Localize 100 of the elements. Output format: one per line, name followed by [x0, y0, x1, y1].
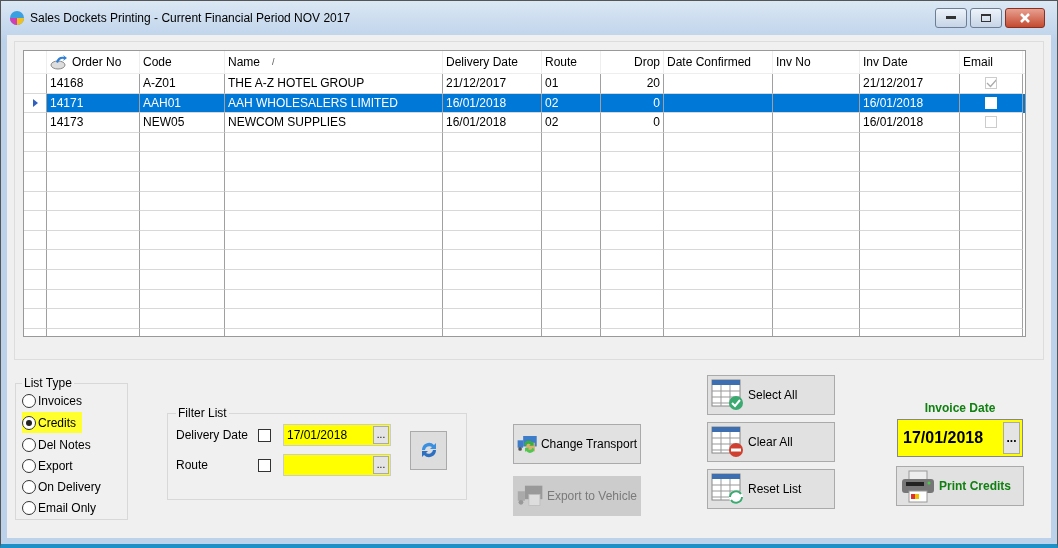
- table-row[interactable]: 14173 NEW05 NEWCOM SUPPLIES 16/01/2018 02 0 16/01/2018: [24, 113, 1025, 133]
- column-header[interactable]: Inv No: [773, 51, 860, 73]
- table-cell: [601, 211, 664, 231]
- table-cell: [601, 152, 664, 172]
- column-header[interactable]: Order No: [47, 51, 140, 73]
- radio-option[interactable]: Email Only: [22, 497, 96, 518]
- filter-checkbox[interactable]: [258, 428, 271, 442]
- table-icon: [711, 379, 745, 411]
- browse-button[interactable]: ...: [373, 456, 389, 474]
- minimize-icon: [946, 16, 956, 20]
- email-checkbox[interactable]: [985, 77, 997, 90]
- table-cell: [542, 171, 601, 192]
- print-credits-button[interactable]: Print Credits: [896, 466, 1024, 506]
- radio-option[interactable]: Del Notes: [22, 434, 91, 455]
- row-pointer-icon: [32, 98, 38, 107]
- table-icon: [711, 473, 745, 505]
- filter-label: Delivery Date: [176, 428, 250, 442]
- group-title: Filter List: [177, 406, 228, 420]
- reset-button[interactable]: Reset List: [707, 469, 835, 509]
- clear-button[interactable]: Clear All: [707, 422, 835, 462]
- table-cell: [542, 191, 601, 212]
- browse-button[interactable]: ...: [373, 426, 389, 444]
- table-cell: NEWCOM SUPPLIES: [228, 115, 347, 130]
- table-cell: 0: [653, 95, 660, 110]
- select-button[interactable]: Select All: [707, 375, 835, 415]
- refresh-button[interactable]: [410, 430, 447, 470]
- table-cell: 0: [653, 115, 660, 130]
- sort-indicator: /: [272, 57, 275, 67]
- radio-option[interactable]: Credits: [22, 412, 82, 433]
- table-cell: 21/12/2017: [863, 76, 924, 91]
- radio-button[interactable]: [22, 437, 36, 452]
- maximize-button[interactable]: [970, 8, 1002, 28]
- table-cell: [601, 250, 664, 270]
- group-title: List Type: [23, 376, 73, 390]
- email-checkbox[interactable]: [985, 116, 997, 129]
- column-header[interactable]: Email: [960, 51, 1023, 73]
- table-cell: A-Z01: [143, 76, 176, 91]
- table-cell: THE A-Z HOTEL GROUP: [228, 76, 365, 91]
- table-cell: [960, 250, 1023, 270]
- column-header[interactable]: Inv Date: [860, 51, 960, 73]
- change-transport-button[interactable]: Change Transport: [513, 424, 641, 464]
- window-title: Sales Dockets Printing - Current Financial Period NOV 2017: [30, 11, 351, 25]
- column-header[interactable]: Delivery Date: [443, 51, 542, 73]
- table-cell: [960, 171, 1023, 192]
- table-cell: 01: [545, 76, 559, 91]
- table-cell: 14168: [50, 76, 84, 91]
- table-cell: 02: [545, 115, 559, 130]
- table-cell: 16/01/2018: [446, 95, 507, 110]
- radio-button[interactable]: [22, 393, 36, 408]
- radio-option[interactable]: On Delivery: [22, 476, 101, 497]
- table-cell: [601, 309, 664, 329]
- radio-option[interactable]: Export: [22, 455, 73, 476]
- column-header[interactable]: Code: [140, 51, 225, 73]
- table-cell: [542, 269, 601, 290]
- filter-checkbox[interactable]: [258, 458, 271, 472]
- minimize-button[interactable]: [935, 8, 967, 28]
- column-header[interactable]: Drop: [601, 51, 664, 73]
- table-cell: 21/12/2017: [446, 76, 507, 91]
- table-cell: 16/01/2018: [446, 115, 507, 130]
- table-cell: [542, 152, 601, 172]
- filter-field[interactable]: 17/01/2018 ...: [283, 424, 391, 446]
- table-cell: [960, 132, 1023, 153]
- table-cell: [601, 171, 664, 192]
- table-cell: AAH WHOLESALERS LIMITED: [228, 95, 399, 110]
- table-cell: [542, 289, 601, 310]
- column-header[interactable]: Route: [542, 51, 601, 73]
- invoice-date-label: Invoice Date: [924, 401, 996, 415]
- table-cell: [542, 211, 601, 231]
- table-cell: [542, 250, 601, 270]
- browse-button[interactable]: ...: [1003, 422, 1020, 454]
- table-cell: [960, 289, 1023, 310]
- table-cell: [960, 152, 1023, 172]
- table-cell: [601, 230, 664, 251]
- table-icon: [711, 426, 745, 458]
- radio-button[interactable]: [22, 458, 36, 473]
- table-row[interactable]: 14171 AAH01 AAH WHOLESALERS LIMITED 16/01/2018 02 0 16/01/2018: [24, 93, 1025, 114]
- column-header[interactable]: Date Confirmed: [664, 51, 773, 73]
- table-cell: 16/01/2018: [863, 95, 924, 110]
- table-cell: [960, 309, 1023, 329]
- table-cell: 16/01/2018: [863, 115, 924, 130]
- radio-option[interactable]: Invoices: [22, 390, 83, 411]
- invoice-date-field[interactable]: 17/01/2018 ...: [897, 419, 1023, 457]
- column-header[interactable]: Name /: [225, 51, 443, 73]
- radio-button[interactable]: [22, 479, 36, 494]
- table-cell: 14173: [50, 115, 84, 130]
- radio-button[interactable]: [22, 500, 36, 515]
- filter-field[interactable]: ...: [283, 454, 391, 476]
- table-cell: [601, 289, 664, 310]
- table-cell: [960, 211, 1023, 231]
- table-cell: [601, 269, 664, 290]
- table-cell: [601, 191, 664, 212]
- radio-button[interactable]: [22, 415, 36, 430]
- close-button[interactable]: [1005, 8, 1045, 28]
- table-cell: 20: [646, 76, 660, 91]
- printer-icon: [900, 469, 936, 503]
- table-cell: [601, 132, 664, 153]
- close-icon: [1019, 13, 1031, 23]
- table-row[interactable]: 14168 A-Z01 THE A-Z HOTEL GROUP 21/12/2017 01 20 21/12/2017: [24, 74, 1025, 94]
- table-cell: [542, 132, 601, 153]
- table-cell: [960, 230, 1023, 251]
